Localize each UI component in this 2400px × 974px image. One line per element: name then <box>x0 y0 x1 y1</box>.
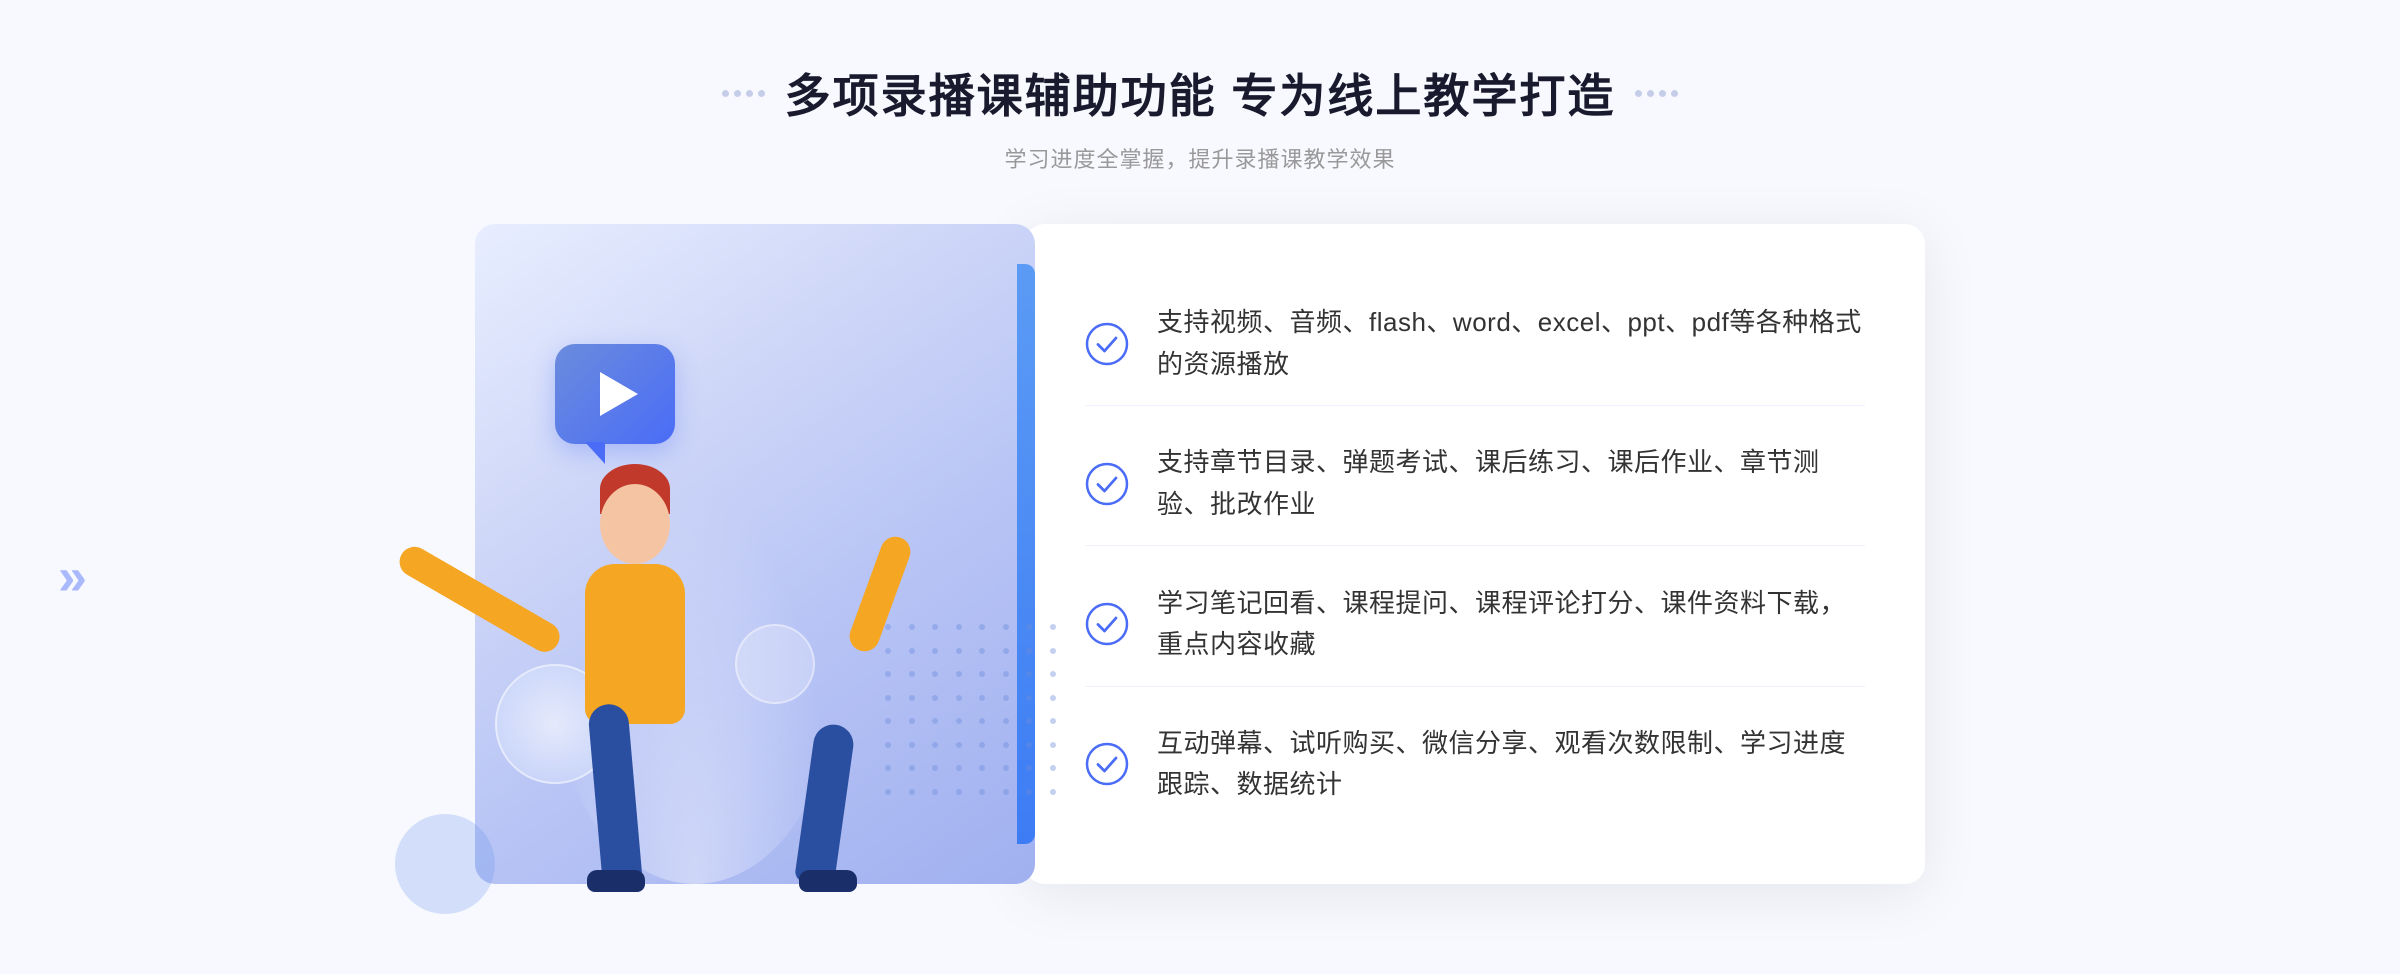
blue-circle-deco <box>395 814 495 914</box>
features-panel: 支持视频、音频、flash、word、excel、ppt、pdf等各种格式的资源… <box>1025 224 1925 884</box>
arm-right <box>394 541 565 657</box>
page-subtitle: 学习进度全掌握，提升录播课教学效果 <box>722 142 1679 174</box>
feature-text-4: 互动弹幕、试听购买、微信分享、观看次数限制、学习进度跟踪、数据统计 <box>1157 723 1865 806</box>
feature-text-2: 支持章节目录、弹题考试、课后练习、课后作业、章节测验、批改作业 <box>1157 442 1865 525</box>
page-title: 多项录播课辅助功能 专为线上教学打造 <box>785 60 1616 126</box>
header-deco-right <box>1635 90 1678 97</box>
head <box>600 484 670 564</box>
shoe-right <box>799 870 857 892</box>
leg-right <box>794 722 856 886</box>
left-chevron-icon: » <box>58 547 87 607</box>
dots-grid <box>885 624 1065 804</box>
content-area: 支持视频、音频、flash、word、excel、ppt、pdf等各种格式的资源… <box>420 224 1980 884</box>
feature-text-3: 学习笔记回看、课程提问、课程评论打分、课件资料下载，重点内容收藏 <box>1157 583 1865 666</box>
feature-item-4: 互动弹幕、试听购买、微信分享、观看次数限制、学习进度跟踪、数据统计 <box>1085 703 1865 826</box>
torso <box>585 564 685 724</box>
title-row: 多项录播课辅助功能 专为线上教学打造 <box>722 60 1679 126</box>
person-illustration <box>535 364 895 884</box>
leg-left <box>587 703 643 886</box>
check-circle-icon-3 <box>1085 602 1129 646</box>
check-circle-icon-4 <box>1085 742 1129 786</box>
check-circle-icon-2 <box>1085 462 1129 506</box>
page-container: 多项录播课辅助功能 专为线上教学打造 学习进度全掌握，提升录播课教学效果 <box>0 0 2400 974</box>
feature-item-2: 支持章节目录、弹题考试、课后练习、课后作业、章节测验、批改作业 <box>1085 422 1865 546</box>
check-circle-icon-1 <box>1085 322 1129 366</box>
header-section: 多项录播课辅助功能 专为线上教学打造 学习进度全掌握，提升录播课教学效果 <box>722 60 1679 174</box>
feature-item-3: 学习笔记回看、课程提问、课程评论打分、课件资料下载，重点内容收藏 <box>1085 563 1865 687</box>
shoe-left <box>587 870 645 892</box>
illustration-card <box>475 224 1035 884</box>
feature-item-1: 支持视频、音频、flash、word、excel、ppt、pdf等各种格式的资源… <box>1085 282 1865 406</box>
feature-text-1: 支持视频、音频、flash、word、excel、ppt、pdf等各种格式的资源… <box>1157 302 1865 385</box>
header-deco-left <box>722 90 765 97</box>
